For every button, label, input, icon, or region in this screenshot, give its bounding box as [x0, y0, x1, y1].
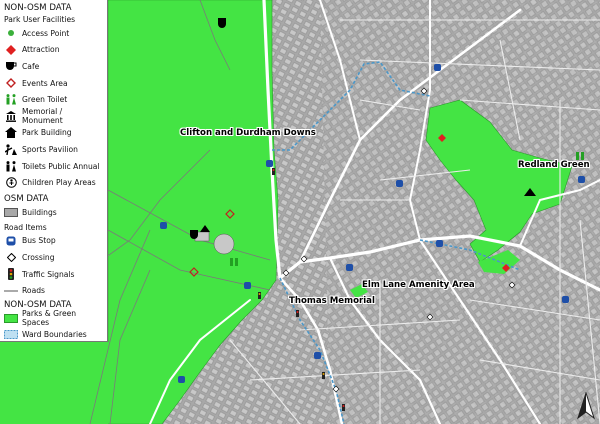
road-line-icon: [3, 285, 19, 297]
green-toilet-icon: [3, 94, 19, 106]
north-arrow-icon: [577, 392, 595, 420]
legend-label: Toilets Public Annual: [22, 161, 100, 171]
legend-label: Memorial / Monument: [22, 107, 63, 126]
legend-label: Cafe: [22, 61, 40, 71]
legend-item-access-point: Access Point: [3, 25, 104, 42]
legend-label: Green Toilet: [22, 95, 68, 105]
toilets-icon: [3, 160, 19, 172]
memorial-icon: [3, 110, 19, 122]
legend-group-road-items: Road Items: [4, 222, 47, 232]
legend-item-cafe: Cafe: [3, 58, 104, 75]
legend-label: Parks & Green Spaces: [22, 309, 77, 328]
legend-label: Buildings: [22, 207, 57, 217]
legend-label: Sports Pavilion: [22, 144, 78, 154]
legend-item-traffic-signals: Traffic Signals: [3, 266, 104, 283]
legend-item-green-toilet: Green Toilet: [3, 91, 104, 108]
cafe-icon: [3, 60, 19, 72]
traffic-signals-icon: [3, 268, 19, 281]
crossing-icon: [3, 251, 19, 263]
legend-label: Attraction: [22, 45, 60, 55]
label-clifton-downs: Clifton and Durdham Downs: [180, 128, 316, 138]
buildings-swatch: [3, 206, 19, 218]
legend-item-play-areas: Children Play Areas: [3, 174, 104, 191]
legend-heading-osm: OSM DATA: [4, 193, 49, 204]
bus-stop-icon: [3, 235, 19, 247]
label-thomas-memorial: Thomas Memorial: [289, 296, 375, 306]
legend-item-buildings: Buildings: [3, 204, 104, 221]
park-building-icon: [3, 127, 19, 139]
legend-label: Children Play Areas: [22, 178, 96, 188]
legend-item-bus-stop: Bus Stop: [3, 233, 104, 250]
label-redland-green: Redland Green: [518, 160, 590, 170]
legend-label: Bus Stop: [22, 236, 56, 246]
parks-swatch: [3, 312, 19, 324]
legend-item-park-building: Park Building: [3, 125, 104, 142]
reservoir: [213, 233, 235, 255]
legend-item-memorial: Memorial / Monument: [3, 107, 104, 126]
legend-item-wards: Ward Boundaries: [3, 327, 104, 344]
legend-label: Crossing: [22, 252, 55, 262]
legend-item-events-area: Events Area: [3, 75, 104, 92]
legend-item-crossing: Crossing: [3, 249, 104, 266]
legend-item-attraction: Attraction: [3, 42, 104, 59]
events-area-icon: [3, 77, 19, 89]
legend-group-park-user-facilities: Park User Facilities: [4, 15, 76, 24]
park-west-strip: [0, 342, 108, 424]
legend-label: Roads: [22, 286, 46, 296]
legend-item-parks: Parks & Green Spaces: [3, 309, 104, 328]
map-legend: NON-OSM DATA Park User Facilities Access…: [0, 0, 108, 342]
attraction-icon: [3, 44, 19, 56]
legend-label: Events Area: [22, 78, 68, 88]
legend-label: Access Point: [22, 28, 70, 38]
legend-heading-non-osm: NON-OSM DATA: [4, 3, 72, 13]
play-area-icon: [3, 177, 19, 189]
legend-item-roads: Roads: [3, 282, 104, 299]
sports-pavilion-icon: [3, 143, 19, 155]
legend-label: Ward Boundaries: [22, 330, 87, 340]
legend-label: Park Building: [22, 128, 72, 138]
label-elm-lane: Elm Lane Amenity Area: [362, 280, 475, 290]
ward-boundaries-swatch: [3, 329, 19, 341]
legend-item-sports-pavilion: Sports Pavilion: [3, 141, 104, 158]
access-point-icon: [3, 27, 19, 39]
legend-label: Traffic Signals: [22, 269, 75, 279]
urban-area-east: [320, 0, 600, 424]
legend-item-toilets: Toilets Public Annual: [3, 158, 104, 175]
